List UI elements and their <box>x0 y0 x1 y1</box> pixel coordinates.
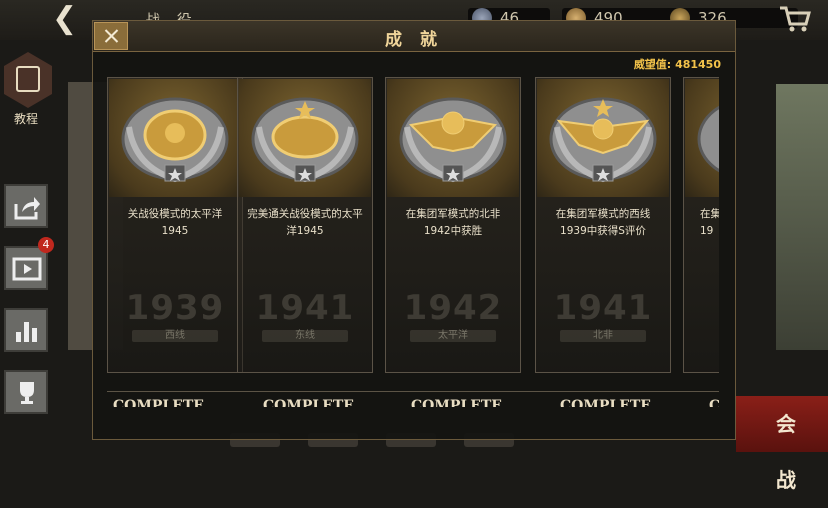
watermark-front: 太平洋 <box>410 330 496 342</box>
film-icon <box>12 257 42 281</box>
complete-status: COMPLETE <box>411 398 502 407</box>
eagle-medal-icon <box>399 97 507 183</box>
achievement-list[interactable]: 关战役模式的太平洋 1945 1939 西线 完美通关战役模式的太平 洋1945… <box>107 77 719 407</box>
watermark-front: 西线 <box>132 330 218 342</box>
achievement-medal-image <box>387 79 519 197</box>
close-icon[interactable] <box>94 22 128 50</box>
tutorial-book-icon <box>16 66 40 92</box>
shopping-cart-icon[interactable] <box>778 4 812 34</box>
watermark-year: 1941 <box>255 288 355 328</box>
laurel-medal-icon <box>251 97 359 183</box>
complete-status: COMPLETE <box>560 398 651 407</box>
laurel-medal-icon <box>121 97 229 183</box>
prestige-display: 威望值: 481450 <box>634 56 721 72</box>
back-arrow-icon[interactable]: ❮ <box>52 4 82 34</box>
tutorial-button[interactable] <box>4 52 52 108</box>
achievement-card[interactable]: 在集团军模式的西线 1939中获得S评价 1941 北非 <box>535 77 671 373</box>
complete-status: COMPLETE <box>263 398 354 407</box>
watermark-year: 1942 <box>403 288 503 328</box>
achievement-description: 完美通关战役模式的太平 洋1945 <box>247 208 363 237</box>
share-icon <box>14 197 40 220</box>
watermark-front: 北非 <box>560 330 646 342</box>
achievement-medal-image <box>537 79 669 197</box>
achievement-description: 在集团军模式的西线 1939中获得S评价 <box>555 208 651 237</box>
bar-chart-icon <box>16 322 37 342</box>
complete-status: COMPLETE <box>113 398 204 407</box>
share-button[interactable] <box>4 184 48 228</box>
achievement-description: 关战役模式的太平洋 1945 <box>127 208 223 237</box>
watermark-year: 1939 <box>125 288 225 328</box>
complete-status: C <box>709 398 719 407</box>
dialog-header: 成 就 <box>93 21 735 52</box>
prestige-label: 威望值: <box>633 58 672 71</box>
trophy-icon <box>20 382 34 404</box>
achievement-description: 在集 19 <box>700 208 719 237</box>
background-campaign-card <box>776 84 828 350</box>
watermark-front: 东线 <box>262 330 348 342</box>
achievement-card[interactable]: 完美通关战役模式的太平 洋1945 1941 东线 <box>237 77 373 373</box>
achievements-dialog: 成 就 威望值: 481450 关战役模式的太平洋 1945 1939 西线 完… <box>92 20 736 440</box>
achievement-card[interactable]: 在集团军模式的北非 1942中获胜 1942 太平洋 <box>385 77 521 373</box>
dialog-title: 成 就 <box>385 30 443 50</box>
watermark-year: 1941 <box>553 288 653 328</box>
eagle-medal-icon <box>549 97 657 183</box>
achievement-medal-image <box>239 79 371 197</box>
achievement-medal-image <box>685 79 719 197</box>
battle-button[interactable]: 会 战 <box>736 396 828 492</box>
video-button[interactable] <box>4 246 48 290</box>
achievement-description: 在集团军模式的北非 1942中获胜 <box>405 208 501 237</box>
prestige-value: 481450 <box>675 58 721 71</box>
achievement-medal-image <box>109 79 241 197</box>
achievement-card[interactable]: 关战役模式的太平洋 1945 1939 西线 <box>107 77 243 373</box>
achievement-card[interactable]: 在集 19 <box>683 77 719 373</box>
video-notification-badge: 4 <box>38 237 54 253</box>
tutorial-label: 教程 <box>14 112 39 126</box>
laurel-medal-icon <box>697 105 719 173</box>
divider <box>107 391 719 392</box>
trophy-button[interactable] <box>4 370 48 414</box>
stats-button[interactable] <box>4 308 48 352</box>
